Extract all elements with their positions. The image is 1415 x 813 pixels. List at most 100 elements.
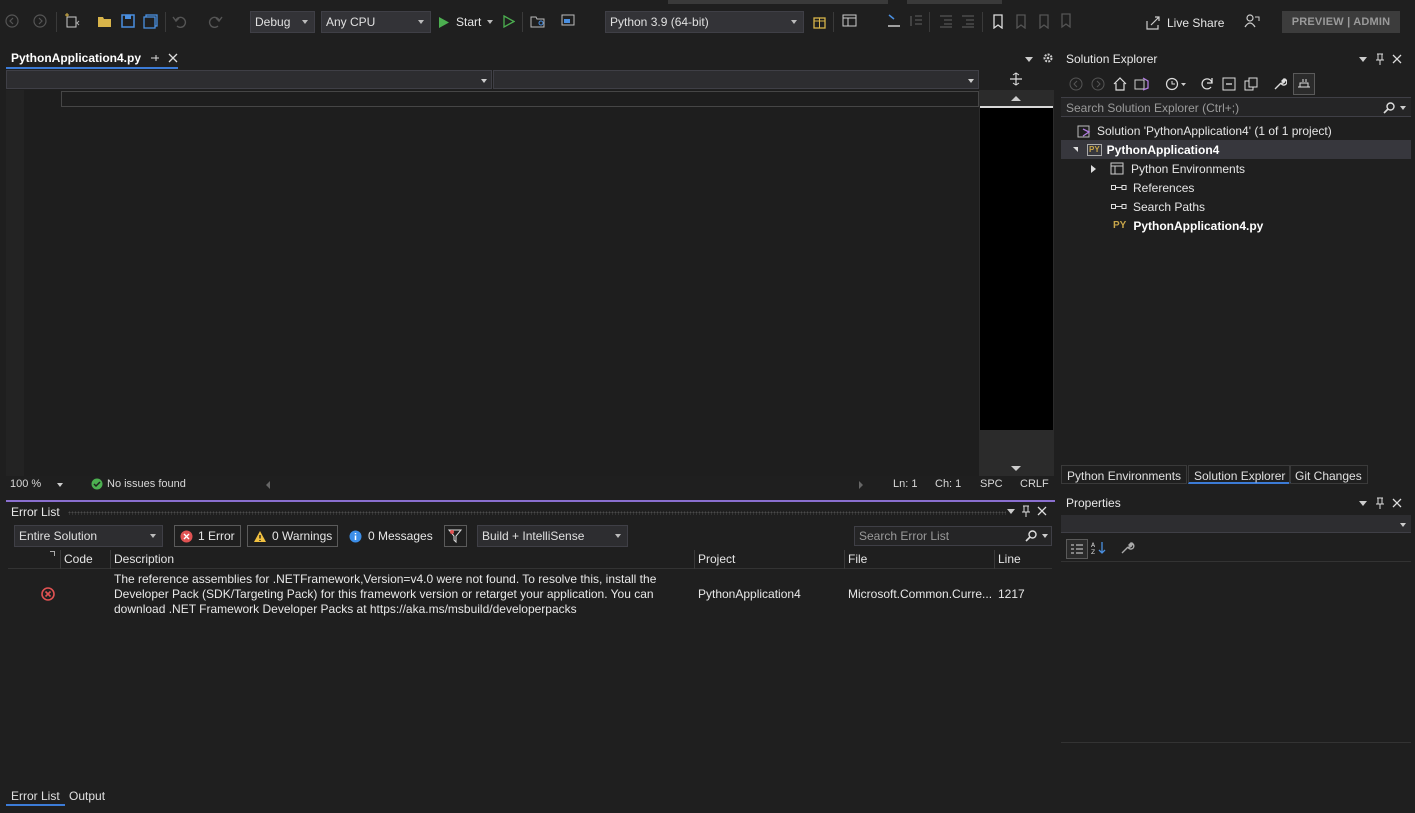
editor-tab-pythonapplication4[interactable]: PythonApplication4.py (6, 49, 179, 69)
issues-status[interactable]: No issues found (107, 478, 186, 490)
tab-error-list[interactable]: Error List (6, 787, 65, 806)
new-project-icon[interactable] (64, 13, 80, 29)
undo-icon[interactable] (172, 13, 188, 29)
column-divider[interactable] (994, 550, 995, 569)
tab-solution-explorer[interactable]: Solution Explorer (1188, 465, 1292, 484)
column-number[interactable]: Ch: 1 (935, 478, 961, 490)
tab-git-changes[interactable]: Git Changes (1289, 465, 1368, 484)
tree-item-solution[interactable]: Solution 'PythonApplication4' (1 of 1 pr… (1061, 121, 1411, 140)
forward-icon[interactable] (1091, 77, 1105, 91)
scroll-right-icon[interactable] (859, 481, 863, 489)
back-icon[interactable] (1069, 77, 1083, 91)
close-icon[interactable] (1037, 506, 1047, 516)
column-header-file[interactable]: File (848, 552, 867, 566)
panel-menu-chevron-icon[interactable] (1359, 501, 1367, 506)
tab-output[interactable]: Output (64, 787, 110, 806)
categorized-icon[interactable] (1066, 539, 1088, 559)
close-icon[interactable] (1392, 54, 1402, 64)
pin-icon[interactable] (1375, 497, 1385, 509)
column-divider[interactable] (694, 550, 695, 569)
outdent-icon[interactable] (938, 13, 954, 29)
clear-bookmarks-icon[interactable] (1058, 12, 1074, 29)
save-all-icon[interactable] (142, 13, 158, 29)
expanded-chevron-icon[interactable] (1073, 147, 1078, 152)
scroll-left-icon[interactable] (266, 481, 270, 489)
feedback-icon[interactable] (1244, 13, 1260, 29)
previous-bookmark-icon[interactable] (1012, 13, 1028, 29)
start-button[interactable]: Start (438, 13, 494, 31)
pin-icon[interactable] (1021, 505, 1031, 517)
scroll-up-icon[interactable] (1011, 96, 1021, 101)
split-editor-icon[interactable] (1009, 72, 1023, 86)
chevron-down-icon[interactable] (487, 20, 494, 24)
column-divider[interactable] (844, 550, 845, 569)
scrollbar-map[interactable] (980, 106, 1053, 430)
indent-icon[interactable] (960, 13, 976, 29)
gear-icon[interactable] (1042, 52, 1054, 64)
whitespace-mode[interactable]: SPC (980, 478, 1003, 490)
preview-selected-items-icon[interactable] (1293, 73, 1315, 95)
browse-folder-icon[interactable] (530, 13, 546, 29)
line-number[interactable]: Ln: 1 (893, 478, 917, 490)
step-into-icon[interactable] (886, 13, 902, 29)
open-folder-icon[interactable] (97, 13, 113, 29)
solution-platform-dropdown[interactable]: Any CPU (321, 11, 431, 33)
collapse-all-icon[interactable] (1222, 77, 1236, 91)
python-interpreter-dropdown[interactable]: Python 3.9 (64-bit) (605, 11, 804, 33)
filter-button[interactable] (444, 525, 467, 547)
close-icon[interactable] (1392, 498, 1402, 508)
tab-overflow-chevron-icon[interactable] (1025, 57, 1033, 62)
scroll-down-icon[interactable] (1011, 466, 1021, 471)
code-editor[interactable] (6, 90, 979, 476)
column-header-project[interactable]: Project (698, 552, 735, 566)
column-header-code[interactable]: Code (64, 552, 93, 566)
properties-object-dropdown[interactable] (1061, 515, 1411, 533)
home-icon[interactable] (1113, 77, 1127, 91)
window-layout-icon[interactable] (842, 13, 858, 29)
tree-item-references[interactable]: References (1061, 178, 1411, 197)
tab-python-environments[interactable]: Python Environments (1061, 465, 1188, 484)
solution-configuration-dropdown[interactable]: Debug (250, 11, 315, 33)
switch-views-icon[interactable] (1134, 77, 1150, 91)
chevron-down-icon[interactable] (1400, 106, 1406, 110)
line-ending[interactable]: CRLF (1020, 478, 1049, 490)
package-icon[interactable] (811, 13, 827, 29)
forward-icon[interactable] (32, 13, 48, 29)
error-scope-dropdown[interactable]: Entire Solution (14, 525, 163, 547)
tree-item-search-paths[interactable]: Search Paths (1061, 197, 1411, 216)
pin-icon[interactable] (150, 53, 160, 63)
chevron-down-icon[interactable] (57, 483, 63, 487)
search-icon[interactable] (1383, 102, 1395, 114)
redo-icon[interactable] (207, 13, 223, 29)
bookmark-icon[interactable] (990, 13, 1006, 29)
start-without-debugging-icon[interactable] (501, 13, 517, 29)
panel-menu-chevron-icon[interactable] (1359, 57, 1367, 62)
save-icon[interactable] (120, 13, 136, 29)
zoom-level[interactable]: 100 % (10, 478, 41, 490)
property-pages-wrench-icon[interactable] (1120, 541, 1136, 555)
pin-icon[interactable] (1375, 53, 1385, 65)
column-header-line[interactable]: Line (998, 552, 1021, 566)
editor-scrollbar[interactable] (979, 90, 1054, 477)
column-options-icon[interactable] (50, 551, 55, 556)
properties-grid[interactable] (1061, 561, 1411, 743)
member-dropdown[interactable] (493, 70, 979, 89)
preview-admin-badge[interactable]: PREVIEW | ADMIN (1282, 11, 1400, 33)
panel-menu-chevron-icon[interactable] (1007, 509, 1015, 514)
layout-icon[interactable] (561, 13, 577, 29)
column-divider[interactable] (110, 550, 111, 569)
properties-wrench-icon[interactable] (1273, 77, 1287, 91)
back-icon[interactable] (4, 13, 20, 29)
collapsed-chevron-icon[interactable] (1091, 164, 1096, 173)
live-share-button[interactable]: Live Share (1146, 15, 1224, 31)
refresh-icon[interactable] (1200, 77, 1214, 91)
errors-filter-button[interactable]: 1 Error (174, 525, 241, 547)
search-icon[interactable] (1025, 530, 1037, 542)
tree-item-python-file[interactable]: PY PythonApplication4.py (1061, 216, 1411, 235)
tree-item-project[interactable]: PY PythonApplication4 (1061, 140, 1411, 159)
column-header-description[interactable]: Description (114, 552, 174, 566)
panel-grip[interactable] (68, 511, 1006, 515)
close-icon[interactable] (168, 53, 178, 63)
warnings-filter-button[interactable]: 0 Warnings (247, 525, 339, 547)
show-all-files-icon[interactable] (1244, 77, 1258, 91)
